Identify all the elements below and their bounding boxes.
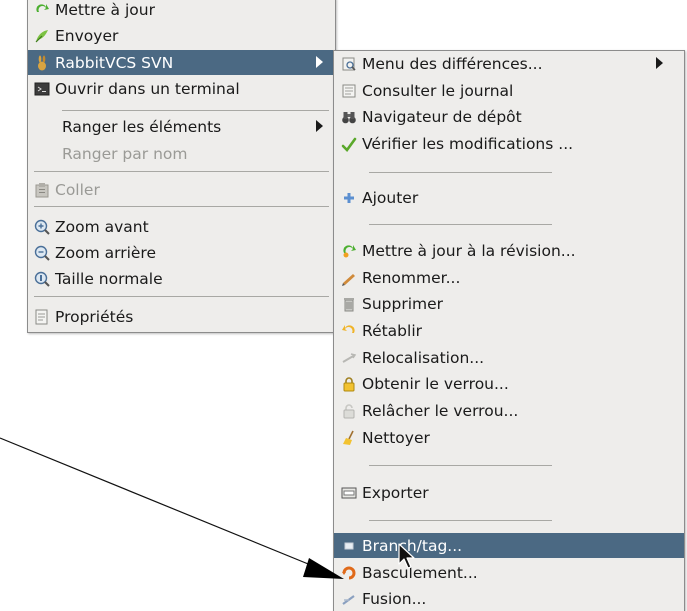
menu-item-zoom-out[interactable]: Zoom arrière	[28, 240, 335, 265]
export-icon	[341, 485, 357, 501]
rabbitvcs-icon	[34, 55, 50, 71]
menu-item-label: Ranger par nom	[62, 144, 188, 163]
branch-tag-icon	[341, 538, 357, 554]
merge-icon	[341, 591, 357, 607]
zoom-normal-icon	[34, 271, 50, 287]
menu-item-arrange-by-name[interactable]: Ranger par nom	[28, 141, 335, 166]
submenu-item-switch[interactable]: Basculement...	[334, 560, 684, 585]
submenu-item-merge[interactable]: Fusion...	[334, 586, 684, 611]
menu-item-label: Ajouter	[362, 188, 419, 207]
menu-item-label: Vérifier les modifications ...	[362, 134, 574, 153]
submenu-item-branch-tag[interactable]: Branch/tag...	[334, 533, 684, 558]
menu-item-label: Zoom arrière	[55, 243, 156, 262]
menu-item-label: Mettre à jour à la révision...	[362, 241, 576, 260]
menu-item-update[interactable]: Mettre à jour	[28, 0, 335, 22]
revert-icon	[341, 323, 357, 339]
submenu-item-repo-browser[interactable]: Navigateur de dépôt	[334, 104, 684, 129]
binoculars-icon	[341, 109, 357, 125]
submenu-item-cleanup[interactable]: Nettoyer	[334, 425, 684, 450]
menu-item-label: Relocalisation...	[362, 348, 485, 367]
submenu-item-rename[interactable]: Renommer...	[334, 265, 684, 290]
submenu-arrow-icon	[656, 57, 663, 69]
menu-item-label: Menu des différences...	[362, 54, 543, 73]
menu-item-label: Obtenir le verrou...	[362, 374, 509, 393]
menu-separator	[34, 171, 329, 172]
menu-item-label: Ouvrir dans un terminal	[55, 79, 240, 98]
menu-item-label: Branch/tag...	[362, 536, 463, 555]
terminal-icon	[34, 81, 50, 97]
menu-item-label: RabbitVCS SVN	[55, 53, 174, 72]
menu-item-open-terminal[interactable]: Ouvrir dans un terminal	[28, 76, 335, 101]
update-revision-icon	[341, 243, 357, 259]
submenu-item-revert[interactable]: Rétablir	[334, 318, 684, 343]
menu-item-label: Renommer...	[362, 268, 461, 287]
menu-separator	[62, 110, 329, 111]
menu-separator	[34, 296, 329, 297]
menu-item-label: Nettoyer	[362, 428, 430, 447]
menu-item-label: Navigateur de dépôt	[362, 107, 522, 126]
commit-icon	[34, 28, 50, 44]
submenu-item-diff-menu[interactable]: Menu des différences...	[334, 51, 684, 76]
submenu-item-add[interactable]: Ajouter	[334, 185, 684, 210]
menu-separator	[369, 465, 552, 466]
submenu-arrow-icon	[316, 120, 323, 132]
menu-item-label: Consulter le journal	[362, 81, 514, 100]
submenu-arrow-icon	[316, 56, 323, 68]
submenu-item-check-modifications[interactable]: Vérifier les modifications ...	[334, 131, 684, 156]
diff-icon	[341, 56, 357, 72]
context-menu: Mettre à jour Envoyer RabbitVCS SVN Ouvr…	[27, 0, 336, 333]
submenu-item-export[interactable]: Exporter	[334, 480, 684, 505]
submenu-item-get-lock[interactable]: Obtenir le verrou...	[334, 371, 684, 396]
submenu-item-show-log[interactable]: Consulter le journal	[334, 78, 684, 103]
checkmark-icon	[341, 136, 357, 152]
menu-item-label: Exporter	[362, 483, 429, 502]
submenu-item-update-to-revision[interactable]: Mettre à jour à la révision...	[334, 238, 684, 263]
menu-item-label: Coller	[55, 180, 100, 199]
menu-item-paste[interactable]: Coller	[28, 177, 335, 202]
submenu-item-delete[interactable]: Supprimer	[334, 291, 684, 316]
lock-icon	[341, 376, 357, 392]
zoom-in-icon	[34, 219, 50, 235]
menu-item-label: Fusion...	[362, 589, 427, 608]
menu-item-label: Rétablir	[362, 321, 423, 340]
menu-item-normal-size[interactable]: Taille normale	[28, 266, 335, 291]
zoom-out-icon	[34, 245, 50, 261]
menu-item-commit[interactable]: Envoyer	[28, 23, 335, 48]
rabbitvcs-submenu: Menu des différences... Consulter le jou…	[333, 50, 685, 611]
menu-item-label: Envoyer	[55, 26, 119, 45]
add-icon	[341, 190, 357, 206]
menu-item-label: Taille normale	[55, 269, 163, 288]
menu-item-label: Zoom avant	[55, 217, 149, 236]
broom-icon	[341, 430, 357, 446]
submenu-item-relocate[interactable]: Relocalisation...	[334, 345, 684, 370]
log-icon	[341, 83, 357, 99]
menu-item-label: Ranger les éléments	[62, 117, 222, 136]
menu-item-arrange-items[interactable]: Ranger les éléments	[28, 114, 335, 139]
submenu-item-release-lock[interactable]: Relâcher le verrou...	[334, 398, 684, 423]
menu-item-label: Mettre à jour	[55, 0, 155, 19]
rename-pencil-icon	[341, 270, 357, 286]
menu-separator	[369, 520, 552, 521]
paste-icon	[34, 182, 50, 198]
menu-item-label: Basculement...	[362, 563, 478, 582]
annotation-arrow	[0, 437, 344, 579]
relocate-icon	[341, 350, 357, 366]
update-icon	[34, 2, 50, 18]
menu-item-label: Supprimer	[362, 294, 444, 313]
menu-item-label: Propriétés	[55, 307, 134, 326]
properties-icon	[34, 309, 50, 325]
menu-separator	[369, 224, 552, 225]
menu-item-label: Relâcher le verrou...	[362, 401, 519, 420]
trash-icon	[341, 296, 357, 312]
menu-item-zoom-in[interactable]: Zoom avant	[28, 214, 335, 239]
menu-separator	[34, 206, 329, 207]
menu-separator	[369, 172, 552, 173]
menu-item-properties[interactable]: Propriétés	[28, 304, 335, 329]
menu-item-rabbitvcs-svn[interactable]: RabbitVCS SVN	[28, 50, 335, 75]
unlock-icon	[341, 403, 357, 419]
switch-icon	[341, 565, 357, 581]
